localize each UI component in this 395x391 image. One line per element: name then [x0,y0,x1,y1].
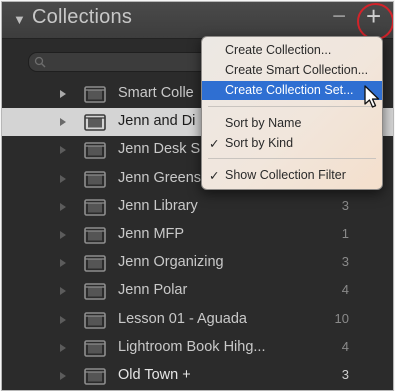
collection-count: 3 [341,366,349,382]
triangle-down-icon[interactable]: ▼ [13,12,26,27]
collection-label: Old Town + [118,366,191,383]
disclosure-arrow-icon[interactable] [58,286,68,296]
collection-label: Jenn Greens [118,169,202,186]
collection-label: Jenn and Di [118,113,196,130]
search-icon [34,56,46,68]
disclosure-arrow-icon[interactable] [58,174,68,184]
menu-separator [208,106,376,107]
collection-set-icon [84,255,106,272]
disclosure-arrow-icon[interactable] [58,315,68,325]
disclosure-arrow-icon[interactable] [58,117,68,127]
collection-count: 4 [341,282,349,298]
collection-row[interactable]: Old Town + 3 [2,362,393,390]
collection-label: Lightroom Book Hihg... [118,338,266,355]
disclosure-arrow-icon[interactable] [58,258,68,268]
collection-set-icon [84,86,106,103]
disclosure-arrow-icon[interactable] [58,202,68,212]
menu-item-create-smart-collection[interactable]: Create Smart Collection... [202,61,382,80]
disclosure-arrow-icon[interactable] [58,89,68,99]
collection-set-icon [84,227,106,244]
collections-panel: ▼ Collections − + Smart Colle Jenn and Di… [1,1,394,391]
collection-set-icon [84,368,106,385]
collection-label: Jenn Polar [118,282,188,299]
collection-label: Smart Colle [118,85,194,101]
collection-set-icon [84,114,106,131]
collection-label: Jenn MFP [118,225,185,242]
collection-set-icon [84,198,106,216]
collection-row[interactable]: Lightroom Book Hihg... 4 [2,334,393,362]
menu-item-sort-by-name[interactable]: Sort by Name [202,114,382,133]
collection-count: 3 [341,254,349,270]
menu-separator [208,158,376,159]
collection-count: 1 [341,225,349,241]
collection-set-icon [84,142,106,160]
collection-label: Jenn Library [118,197,198,214]
collection-set-icon [84,170,106,188]
collection-set-icon [84,283,106,301]
disclosure-arrow-icon[interactable] [58,343,68,353]
collection-row[interactable]: Jenn Organizing 3 [2,249,393,277]
collection-set-icon [84,339,106,357]
collection-label: Lesson 01 - Aguada [118,310,247,327]
collection-count: 4 [341,338,349,354]
panel-header[interactable]: ▼ Collections − + [2,2,393,39]
checkmark-icon: ✓ [209,169,220,183]
collection-label: Jenn Desk S [118,141,201,158]
collection-row[interactable]: Jenn Library 3 [2,193,393,221]
disclosure-arrow-icon[interactable] [58,371,68,381]
checkmark-icon: ✓ [209,137,220,151]
menu-item-create-collection-set[interactable]: Create Collection Set... [202,81,382,100]
collection-set-icon [84,311,106,329]
disclosure-arrow-icon[interactable] [58,230,68,240]
collection-count: 10 [334,310,349,326]
collection-row[interactable]: Jenn MFP 1 [2,221,393,249]
menu-item-create-collection[interactable]: Create Collection... [202,41,382,60]
disclosure-arrow-icon[interactable] [58,145,68,155]
remove-collection-button[interactable]: − [332,5,346,29]
menu-item-sort-by-kind[interactable]: ✓ Sort by Kind [202,134,382,153]
annotation-circle [357,3,393,40]
collection-row[interactable]: Jenn Polar 4 [2,277,393,305]
add-collection-menu: Create Collection... Create Smart Collec… [201,36,383,190]
pointer-cursor-icon [364,85,380,108]
collection-row[interactable]: Lesson 01 - Aguada 10 [2,306,393,334]
collection-count: 3 [341,197,349,213]
panel-title: Collections [32,6,133,28]
menu-item-show-collection-filter[interactable]: ✓ Show Collection Filter [202,166,382,185]
collection-label: Jenn Organizing [118,254,224,271]
